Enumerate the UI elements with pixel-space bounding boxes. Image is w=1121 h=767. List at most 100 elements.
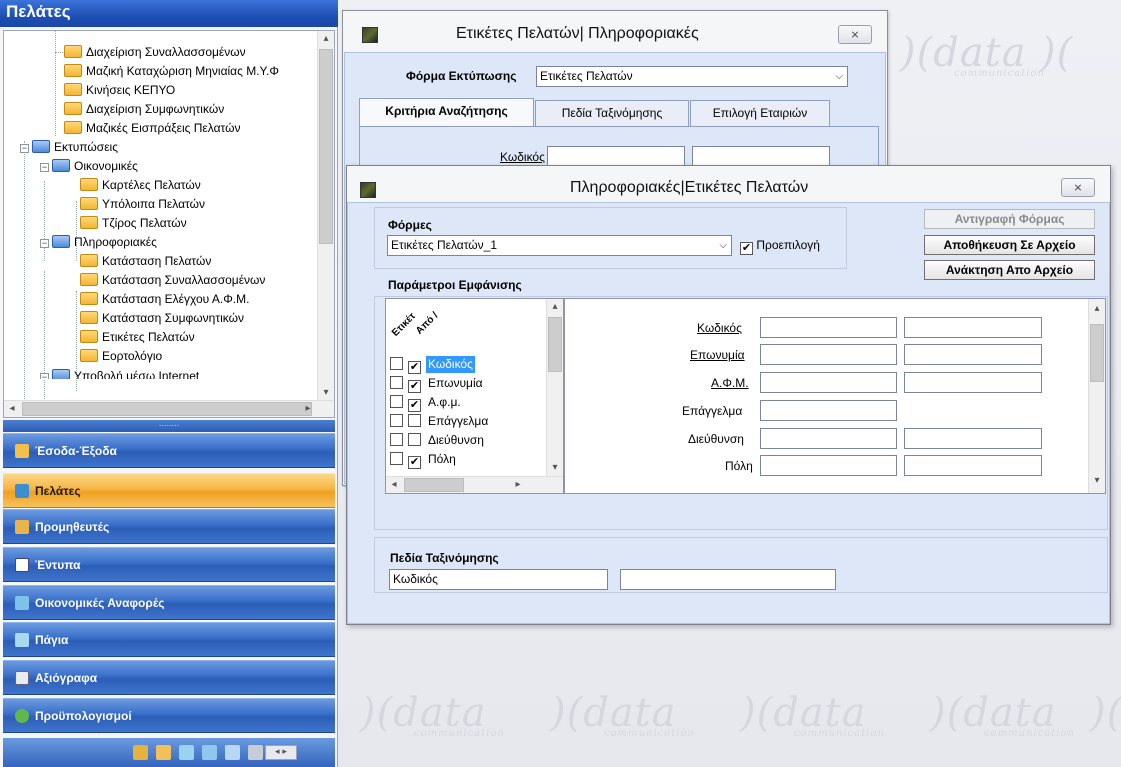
check-icon[interactable]: ✔ (408, 456, 421, 469)
tab-sort-fields[interactable]: Πεδία Ταξινόμησης (535, 100, 689, 126)
nav-suppliers[interactable]: Προμηθευτές (3, 509, 335, 544)
field-to-input[interactable] (904, 317, 1042, 338)
tree-group[interactable]: − Οικονομικές (40, 157, 138, 176)
default-checkbox[interactable]: ✔ Προεπιλογή (740, 238, 820, 255)
param-row[interactable]: ✔ Κωδικός (390, 356, 475, 374)
code-to-input[interactable] (692, 146, 830, 167)
sort-field-1-input[interactable]: Κωδικός (389, 569, 608, 590)
check-icon[interactable]: ✔ (408, 361, 421, 374)
panel-splitter[interactable]: ........ (3, 420, 335, 432)
menu-tree[interactable]: Διαχείριση Συναλλασσομένων Μαζική Καταχώ… (3, 30, 335, 418)
params-list-hscrollbar[interactable]: ◂ ▸ (386, 476, 563, 493)
collapse-icon[interactable]: − (40, 163, 49, 172)
scroll-thumb[interactable] (404, 478, 464, 492)
nav-financial-reports[interactable]: Οικονομικές Αναφορές (3, 585, 335, 620)
sort-field-2-input[interactable] (620, 569, 836, 590)
label-checkbox[interactable] (390, 414, 403, 427)
field-to-input[interactable] (904, 428, 1042, 449)
params-list-scrollbar[interactable]: ▴ ▾ (546, 299, 563, 476)
field-from-input[interactable] (760, 372, 897, 393)
tree-group[interactable]: − Πληροφοριακές (40, 233, 157, 252)
label-checkbox[interactable] (390, 357, 403, 370)
nav-assets[interactable]: Πάγια (3, 622, 335, 657)
tree-item[interactable]: Κατάσταση Συμφωνητικών (80, 309, 244, 328)
tree-item[interactable]: Υπόλοιπα Πελατών (80, 195, 205, 214)
window-titlebar[interactable]: Πληροφοριακές|Ετικέτες Πελατών ⨯ (347, 166, 1110, 202)
copy-form-button[interactable]: Αντιγραφή Φόρμας (924, 209, 1095, 229)
nav-income-expenses[interactable]: Έσοδα-Έξοδα (3, 433, 335, 468)
close-icon[interactable]: ⨯ (1061, 178, 1095, 197)
scroll-thumb[interactable] (1090, 324, 1104, 382)
tree-group[interactable]: − Εκτυπώσεις (20, 138, 118, 157)
field-from-input[interactable] (760, 317, 897, 338)
field-from-input[interactable] (760, 344, 897, 365)
code-from-input[interactable] (547, 146, 685, 167)
money-icon[interactable] (133, 745, 148, 760)
forms-select[interactable]: Ετικέτες Πελατών_1 ⌵ (387, 235, 732, 256)
collapse-icon[interactable]: − (40, 239, 49, 248)
param-row[interactable]: Επάγγελμα (390, 413, 490, 430)
shortcut-scroll-icon[interactable]: ◂ ▸ (265, 745, 297, 760)
label-checkbox[interactable] (390, 433, 403, 446)
tab-search-criteria[interactable]: Κριτήρια Αναζήτησης (359, 98, 534, 126)
tree-item[interactable]: Κατάσταση Ελέγχου Α.Φ.Μ. (80, 290, 249, 309)
load-from-file-button[interactable]: Ανάκτηση Απο Αρχείο (924, 260, 1095, 280)
tab-company-selection[interactable]: Επιλογή Εταιριών (690, 100, 830, 126)
customers-icon[interactable] (156, 745, 171, 760)
scroll-left-icon[interactable]: ◂ (4, 401, 20, 417)
forms-icon[interactable] (202, 745, 217, 760)
from-checkbox[interactable] (408, 433, 421, 446)
tree-item[interactable]: Διαχείριση Συμφωνητικών (56, 100, 224, 119)
scroll-down-icon[interactable]: ▾ (547, 460, 563, 476)
field-to-input[interactable] (904, 344, 1042, 365)
label-checkbox[interactable] (390, 376, 403, 389)
collapse-icon[interactable]: − (40, 373, 49, 379)
tree-item[interactable]: Τζίρος Πελατών (80, 214, 187, 233)
label-checkbox[interactable] (390, 395, 403, 408)
field-to-input[interactable] (904, 455, 1042, 476)
params-detail-scrollbar[interactable]: ▴ ▾ (1088, 299, 1105, 493)
scroll-down-icon[interactable]: ▾ (318, 385, 334, 401)
check-icon[interactable]: ✔ (408, 399, 421, 412)
from-checkbox[interactable] (408, 414, 421, 427)
close-icon[interactable]: ⨯ (838, 25, 872, 44)
tree-item[interactable]: Καρτέλες Πελατών (80, 176, 201, 195)
field-from-input[interactable] (760, 455, 897, 476)
tree-item[interactable]: Μαζική Καταχώριση Μηνιαίας Μ.Υ.Φ (56, 62, 279, 81)
nav-checks[interactable]: Αξιόγραφα (3, 660, 335, 695)
tree-group[interactable]: − Υποβολή μέσω Internet (40, 367, 199, 379)
tree-item[interactable]: Διαχείριση Συναλλασσομένων (55, 43, 246, 62)
field-from-input[interactable] (760, 428, 897, 449)
scroll-up-icon[interactable]: ▴ (547, 299, 563, 315)
tree-vertical-scrollbar[interactable]: ▴ ▾ (317, 31, 334, 401)
tree-item[interactable]: Εορτολόγιο (80, 347, 162, 366)
param-row[interactable]: Διεύθυνση (390, 432, 486, 449)
scroll-thumb[interactable] (319, 49, 333, 244)
check-icon[interactable]: ✔ (408, 380, 421, 393)
scroll-thumb[interactable] (548, 317, 562, 372)
scroll-up-icon[interactable]: ▴ (318, 31, 334, 47)
tree-item[interactable]: Κατάσταση Συναλλασσομένων (80, 271, 265, 290)
tree-item[interactable]: Μαζικές Εισπράξεις Πελατών (56, 119, 240, 138)
tree-item[interactable]: Κατάσταση Πελατών (80, 252, 211, 271)
suppliers-icon[interactable] (179, 745, 194, 760)
tree-item[interactable]: Κινήσεις ΚΕΠΥΟ (56, 81, 175, 100)
nav-forms[interactable]: Έντυπα (3, 547, 335, 582)
tree-item[interactable]: Ετικέτες Πελατών (80, 328, 195, 347)
param-row[interactable]: ✔ Πόλη (390, 451, 458, 469)
scroll-up-icon[interactable]: ▴ (1089, 301, 1105, 317)
field-value-input[interactable] (760, 400, 897, 421)
collapse-icon[interactable]: − (20, 144, 29, 153)
save-to-file-button[interactable]: Αποθήκευση Σε Αρχείο (924, 235, 1095, 255)
tree-horizontal-scrollbar[interactable]: ◂ ▸ (4, 400, 334, 417)
nav-budgets[interactable]: Προϋπολογισμοί (3, 698, 335, 733)
assets-icon[interactable] (248, 745, 263, 760)
param-row[interactable]: ✔ Α.φ.μ. (390, 394, 463, 412)
label-checkbox[interactable] (390, 452, 403, 465)
field-to-input[interactable] (904, 372, 1042, 393)
nav-customers[interactable]: Πελάτες (3, 473, 335, 508)
scroll-left-icon[interactable]: ◂ (386, 477, 402, 493)
params-list[interactable]: Ετικέτ Από / ✔ Κωδικός ✔ Επωνυμία ✔ Α.φ.μ. … (385, 298, 564, 494)
print-form-select[interactable]: Ετικέτες Πελατών ⌵ (536, 66, 848, 87)
scroll-down-icon[interactable]: ▾ (1089, 473, 1105, 489)
